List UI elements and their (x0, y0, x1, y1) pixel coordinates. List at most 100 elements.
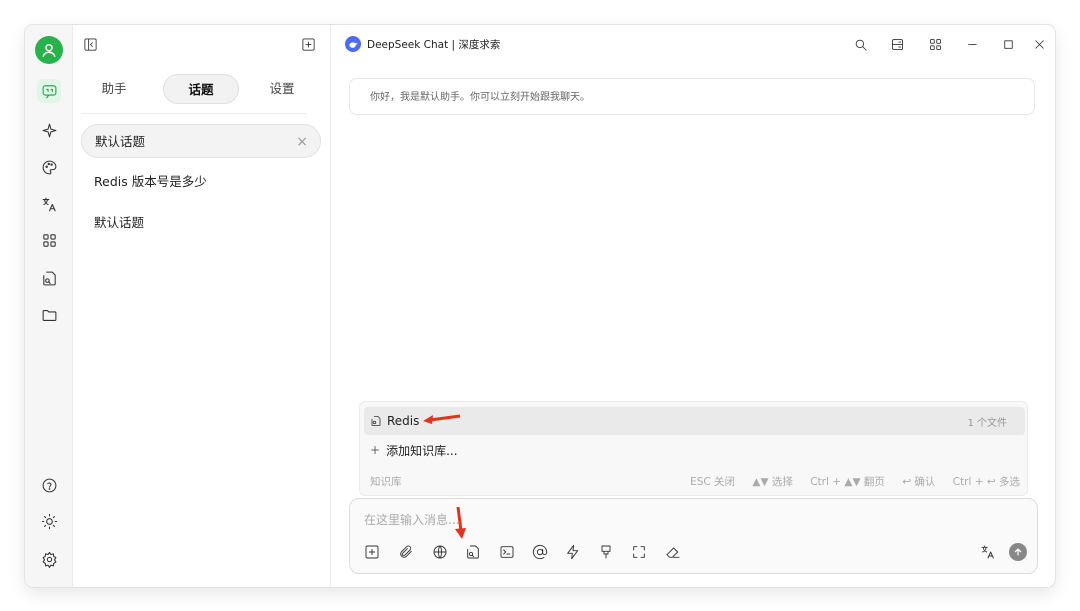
hint-esc: ESC 关闭 (690, 476, 736, 488)
tab-assistants[interactable]: 助手 (81, 74, 147, 104)
send-button[interactable] (1009, 543, 1027, 561)
tab-topics[interactable]: 话题 (163, 74, 239, 104)
knowledge-base-icon (371, 416, 381, 426)
kb-item-count: 1 个文件 (967, 417, 1007, 429)
gear-icon (42, 551, 56, 568)
theme-toggle[interactable] (37, 509, 61, 533)
folder-icon (42, 309, 56, 321)
quick-tool[interactable] (562, 541, 584, 563)
knowledge-base-icon (42, 271, 56, 285)
titlebar: DeepSeek Chat | 深度求索 (331, 25, 1055, 63)
clear-tool[interactable] (595, 541, 617, 563)
sidebar-item-apps[interactable] (37, 228, 61, 252)
translate-icon (981, 545, 994, 559)
expand-tool[interactable] (628, 541, 650, 563)
code-tool[interactable] (496, 541, 518, 563)
sidebar-item-files[interactable] (37, 303, 61, 327)
topic-item[interactable]: 默认话题 × (81, 124, 321, 158)
close-icon[interactable]: × (296, 125, 308, 159)
maximize-icon (1003, 39, 1013, 49)
message-composer (349, 498, 1038, 574)
window-title: DeepSeek Chat | 深度求索 (367, 39, 501, 51)
mention-tool[interactable] (529, 541, 551, 563)
chat-main: DeepSeek Chat | 深度求索 你好，我是默认助手。你可以立刻开始跟我… (331, 25, 1055, 587)
palette-icon (42, 160, 56, 174)
lightning-icon (567, 544, 579, 560)
eraser-tool[interactable] (662, 541, 684, 563)
grid-icon (929, 38, 941, 50)
brush-icon (601, 545, 611, 559)
arrow-up-icon (1014, 548, 1022, 556)
sparkle-icon (42, 123, 56, 137)
app-window: 助手 话题 设置 默认话题 × Redis 版本号是多少 默认话题 DeepSe… (25, 25, 1055, 587)
kb-item-label: Redis (387, 414, 420, 428)
collapse-sidebar-button[interactable] (79, 33, 101, 55)
search-button[interactable] (850, 34, 870, 54)
kb-footer: 知识库 ESC 关闭 ▲▼ 选择 Ctrl + ▲▼ 翻页 ↩ 确认 Ctrl … (370, 474, 1020, 489)
hint-confirm: ↩ 确认 (902, 476, 936, 488)
help-button[interactable] (37, 473, 61, 497)
layout-icon (891, 38, 903, 50)
topics-panel: 助手 话题 设置 默认话题 × Redis 版本号是多少 默认话题 (73, 25, 331, 587)
search-icon (855, 39, 867, 51)
minimize-icon (967, 43, 977, 45)
chat-bubble-icon (42, 84, 56, 98)
web-search-tool[interactable] (429, 541, 451, 563)
user-icon (42, 44, 56, 58)
message-input[interactable] (364, 511, 964, 529)
layout-button[interactable] (887, 34, 907, 54)
knowledge-base-tool[interactable] (462, 541, 484, 563)
hint-select: ▲▼ 选择 (752, 476, 793, 488)
minimize-button[interactable] (962, 34, 982, 54)
knowledge-base-icon (467, 545, 479, 559)
kb-item[interactable]: Redis 1 个文件 (364, 407, 1025, 435)
plus-icon: + (370, 443, 381, 457)
assistant-greeting: 你好，我是默认助手。你可以立刻开始跟我聊天。 (349, 78, 1035, 115)
topic-item[interactable]: Redis 版本号是多少 (81, 165, 321, 199)
new-topic-icon (301, 37, 315, 51)
hint-page: Ctrl + ▲▼ 翻页 (810, 476, 885, 488)
sidebar-item-chat[interactable] (37, 79, 61, 103)
expand-icon (633, 546, 645, 558)
new-topic-tool[interactable] (361, 541, 383, 563)
translate-tool[interactable] (977, 541, 999, 563)
sidebar-item-knowledge[interactable] (37, 266, 61, 290)
paperclip-icon (400, 545, 412, 558)
globe-icon (433, 545, 447, 559)
help-circle-icon (42, 478, 56, 492)
avatar[interactable] (35, 36, 63, 64)
icon-rail (25, 25, 73, 587)
sidebar-item-agents[interactable] (37, 118, 61, 142)
apps-button[interactable] (925, 34, 945, 54)
grid-icon (42, 233, 56, 247)
maximize-button[interactable] (998, 34, 1018, 54)
add-kb-label: 添加知识库... (386, 443, 458, 458)
new-topic-button[interactable] (297, 33, 319, 55)
panel-toolbar (73, 25, 330, 63)
sidebar-item-translate[interactable] (37, 192, 61, 216)
panel-tabs: 助手 话题 设置 (81, 74, 307, 114)
sidebar-collapse-icon (83, 37, 97, 51)
eraser-icon (666, 547, 680, 558)
deepseek-logo-icon (345, 36, 361, 52)
topic-item[interactable]: 默认话题 (81, 206, 321, 240)
hint-multi: Ctrl + ↩ 多选 (952, 476, 1020, 488)
close-window-button[interactable] (1029, 34, 1049, 54)
whale-icon (348, 41, 358, 48)
at-icon (532, 544, 548, 560)
topic-label: 默认话题 (95, 134, 146, 149)
topic-label: Redis 版本号是多少 (94, 174, 207, 189)
add-knowledge-base[interactable]: + 添加知识库... (364, 436, 1025, 464)
knowledge-base-popup: Redis 1 个文件 + 添加知识库... 知识库 ESC 关闭 ▲▼ 选择 … (359, 401, 1028, 496)
topic-label: 默认话题 (94, 215, 145, 230)
kb-hints: ESC 关闭 ▲▼ 选择 Ctrl + ▲▼ 翻页 ↩ 确认 Ctrl + ↩ … (676, 474, 1020, 489)
settings-button[interactable] (37, 547, 61, 571)
tab-settings[interactable]: 设置 (249, 74, 315, 104)
sidebar-item-paintings[interactable] (37, 155, 61, 179)
translate-icon (42, 197, 56, 211)
attach-tool[interactable] (395, 541, 417, 563)
terminal-icon (500, 546, 514, 558)
kb-footer-label: 知识库 (370, 476, 402, 488)
close-icon (1034, 39, 1044, 49)
sun-icon (41, 513, 57, 529)
